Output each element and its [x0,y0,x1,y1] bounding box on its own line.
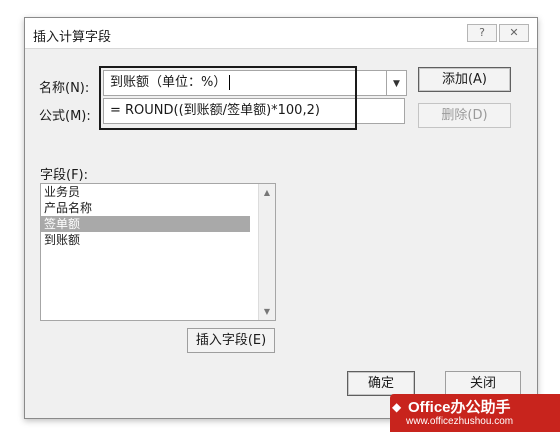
insert-calculated-field-dialog: 插入计算字段 ? ✕ 名称(N): 到账额（单位：%） ▼ 公式(M): = R… [24,17,538,419]
office-logo-icon: ◆ [392,400,402,414]
watermark-brand: Office办公助手 [408,399,511,416]
list-item-selected[interactable]: 签单额 [41,216,250,232]
chevron-down-icon[interactable]: ▼ [387,70,407,96]
dialog-title: 插入计算字段 [33,30,112,45]
close-icon[interactable]: ✕ [499,24,529,42]
title-bar: 插入计算字段 ? ✕ [25,18,537,49]
close-button[interactable]: 关闭 [445,371,521,396]
scroll-up-icon[interactable]: ▲ [259,188,275,197]
help-icon[interactable]: ? [467,24,497,42]
formula-label: 公式(M): [39,109,91,124]
list-item[interactable]: 业务员 [41,184,250,200]
list-item[interactable]: 产品名称 [41,200,250,216]
scroll-down-icon[interactable]: ▼ [259,307,275,316]
add-button[interactable]: 添加(A) [418,67,511,92]
callout-highlight-box [99,66,357,130]
fields-label: 字段(F): [40,168,89,183]
ok-button[interactable]: 确定 [347,371,415,396]
insert-field-button[interactable]: 插入字段(E) [187,328,275,353]
fields-list[interactable]: 业务员 产品名称 签单额 到账额 ▲ ▼ [40,183,276,321]
list-item[interactable]: 到账额 [41,232,250,248]
site-watermark: ◆ Office办公助手 www.officezhushou.com [390,394,560,432]
name-label: 名称(N): [39,81,90,96]
vertical-scrollbar[interactable]: ▲ ▼ [258,184,275,320]
delete-button[interactable]: 删除(D) [418,103,511,128]
watermark-url: www.officezhushou.com [406,416,514,427]
